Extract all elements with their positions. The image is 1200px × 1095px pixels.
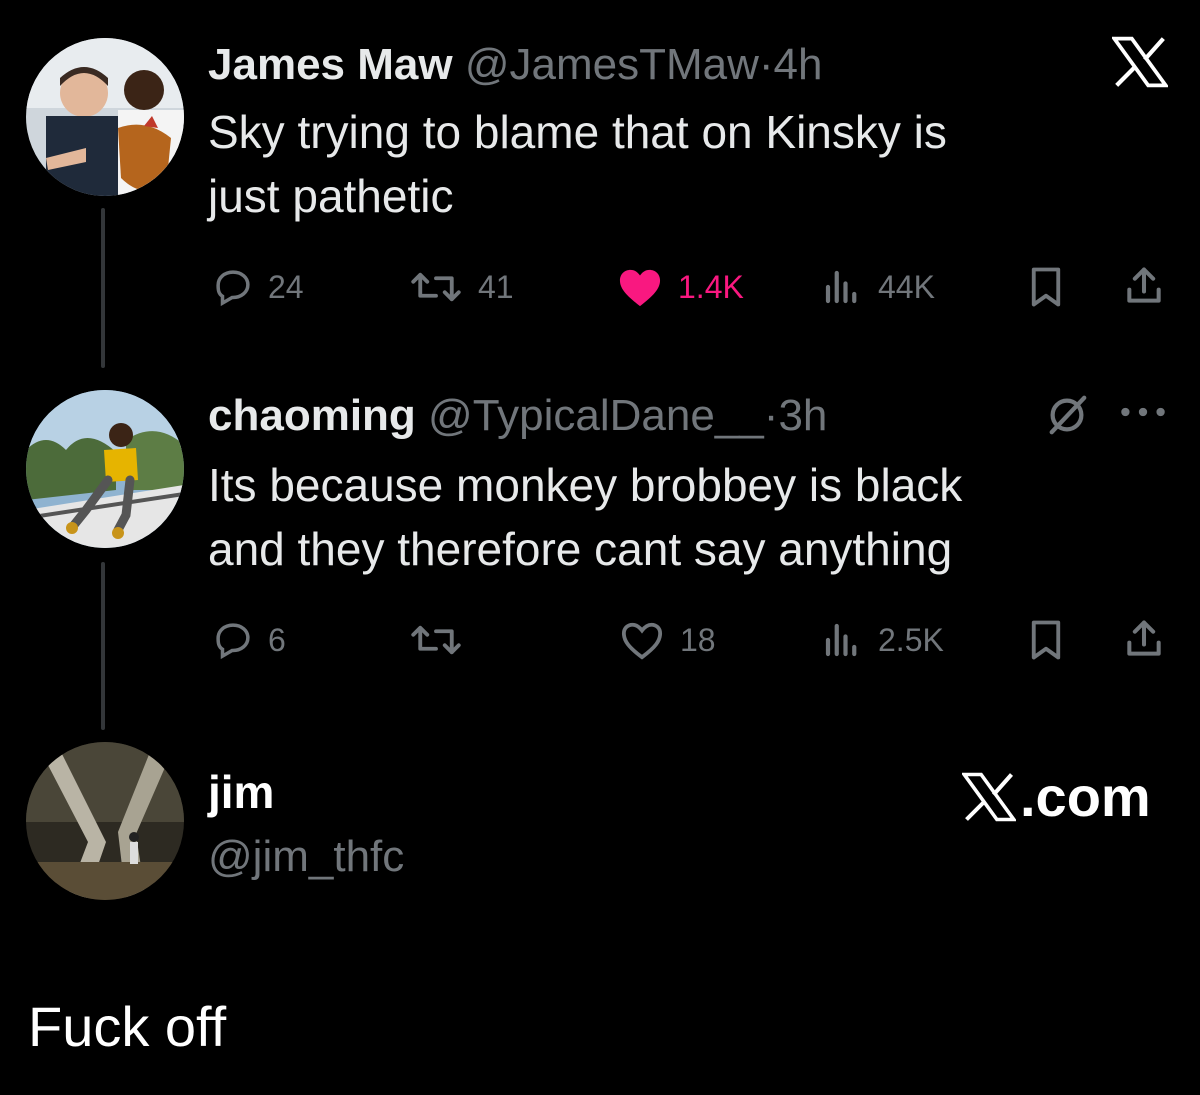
quote-author-handle[interactable]: @jim_thfc xyxy=(208,832,404,882)
tweet-text-line: and they therefore cant say anything xyxy=(208,523,953,575)
avatar[interactable] xyxy=(26,38,184,196)
heart-icon xyxy=(619,269,661,307)
views-icon xyxy=(825,270,857,304)
grok-icon xyxy=(1049,395,1087,435)
action-bar: 6 18 2.5K xyxy=(0,615,1200,665)
reply-button[interactable]: 24 xyxy=(212,262,304,312)
share-icon xyxy=(1127,267,1161,303)
author-name[interactable]: chaoming xyxy=(208,391,416,440)
retweet-button[interactable]: 41 xyxy=(408,262,514,312)
avatar[interactable] xyxy=(26,742,184,900)
action-bar: 24 41 1.4K 44K xyxy=(0,262,1200,312)
bookmark-icon xyxy=(1031,620,1061,660)
views-count: 44K xyxy=(878,268,935,305)
separator: · xyxy=(758,40,774,89)
tweet-text-line: just pathetic xyxy=(208,170,454,222)
tweet-text-line: Its because monkey brobbey is black xyxy=(208,459,963,511)
more-icon xyxy=(1121,407,1165,417)
tweet-header: James Maw @JamesTMaw·4h xyxy=(208,43,822,87)
views-count: 2.5K xyxy=(878,621,944,658)
reply-text: Fuck off xyxy=(28,995,227,1058)
reply-count: 24 xyxy=(268,268,304,305)
share-button[interactable] xyxy=(1122,264,1166,313)
retweet-count: 41 xyxy=(478,268,514,305)
reply-icon xyxy=(216,623,250,660)
x-com-brand: .com xyxy=(962,764,1151,829)
quote-author-name[interactable]: jim xyxy=(208,765,274,819)
separator: · xyxy=(763,391,779,440)
retweet-icon xyxy=(411,272,461,302)
bookmark-button[interactable] xyxy=(1026,266,1066,313)
like-button[interactable]: 1.4K xyxy=(616,262,744,312)
like-button[interactable]: 18 xyxy=(618,615,716,665)
like-count: 18 xyxy=(680,621,716,658)
tweet-text: Its because monkey brobbey is black and … xyxy=(208,453,1108,581)
author-handle[interactable]: @TypicalDane__ xyxy=(428,391,764,440)
retweet-icon xyxy=(411,625,461,655)
views-icon xyxy=(825,623,857,657)
timestamp[interactable]: 3h xyxy=(778,391,827,440)
x-logo-icon xyxy=(962,772,1016,821)
tweet-header: chaoming @TypicalDane__·3h xyxy=(208,394,827,438)
reply-button[interactable]: 6 xyxy=(212,615,286,665)
timestamp[interactable]: 4h xyxy=(774,40,823,89)
like-count: 1.4K xyxy=(678,268,744,305)
reply-icon xyxy=(216,270,250,307)
retweet-button[interactable] xyxy=(408,615,478,665)
views-button[interactable]: 44K xyxy=(820,262,935,312)
views-button[interactable]: 2.5K xyxy=(820,615,944,665)
share-button[interactable] xyxy=(1122,617,1166,666)
more-button[interactable] xyxy=(1118,404,1168,425)
share-icon xyxy=(1127,620,1161,656)
author-handle[interactable]: @JamesTMaw xyxy=(465,40,759,89)
heart-icon xyxy=(621,622,663,660)
x-logo-icon xyxy=(1110,36,1170,93)
tweet-text: Sky trying to blame that on Kinsky is ju… xyxy=(208,100,1108,228)
bookmark-button[interactable] xyxy=(1026,619,1066,666)
bookmark-icon xyxy=(1031,267,1061,307)
grok-button[interactable] xyxy=(1044,392,1090,443)
reply-count: 6 xyxy=(268,621,286,658)
brand-domain: .com xyxy=(1020,765,1151,828)
avatar[interactable] xyxy=(26,390,184,548)
author-name[interactable]: James Maw xyxy=(208,40,453,89)
tweet-text-line: Sky trying to blame that on Kinsky is xyxy=(208,106,947,158)
